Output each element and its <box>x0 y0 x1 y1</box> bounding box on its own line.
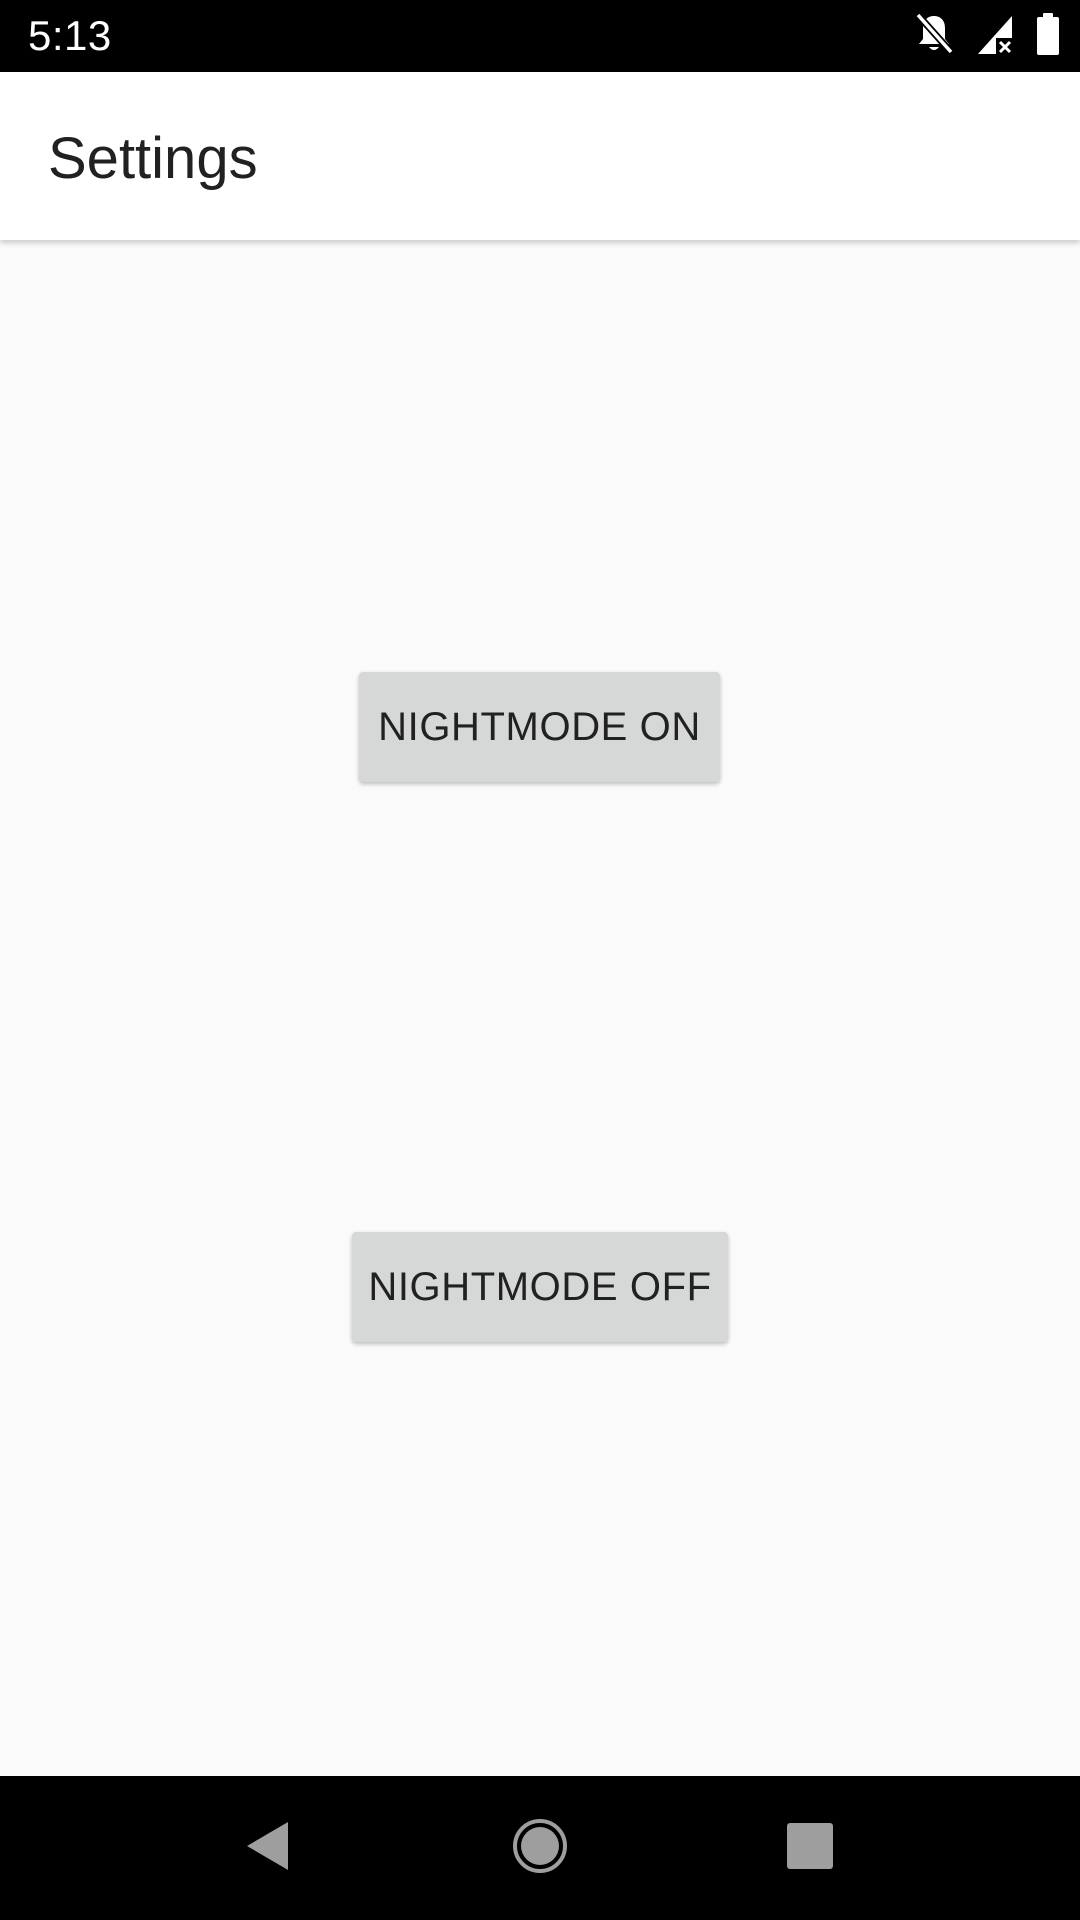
notifications-off-icon <box>914 12 954 61</box>
status-time: 5:13 <box>28 12 112 59</box>
status-icons <box>914 12 1060 61</box>
page-title: Settings <box>48 126 258 191</box>
home-button[interactable] <box>460 1776 620 1920</box>
home-icon <box>512 1818 568 1879</box>
recents-icon <box>786 1822 834 1875</box>
back-button[interactable] <box>188 1776 348 1920</box>
navigation-bar <box>0 1776 1080 1920</box>
recents-button[interactable] <box>730 1776 890 1920</box>
back-icon <box>244 1820 292 1877</box>
status-bar: 5:13 <box>0 0 1080 72</box>
nightmode-on-button[interactable]: NIGHTMODE ON <box>359 672 720 782</box>
app-bar: Settings <box>0 72 1080 240</box>
settings-content: NIGHTMODE ON NIGHTMODE OFF <box>0 240 1080 1776</box>
signal-no-data-icon <box>976 14 1014 59</box>
battery-full-icon <box>1036 12 1060 60</box>
nightmode-off-button[interactable]: NIGHTMODE OFF <box>352 1232 728 1342</box>
